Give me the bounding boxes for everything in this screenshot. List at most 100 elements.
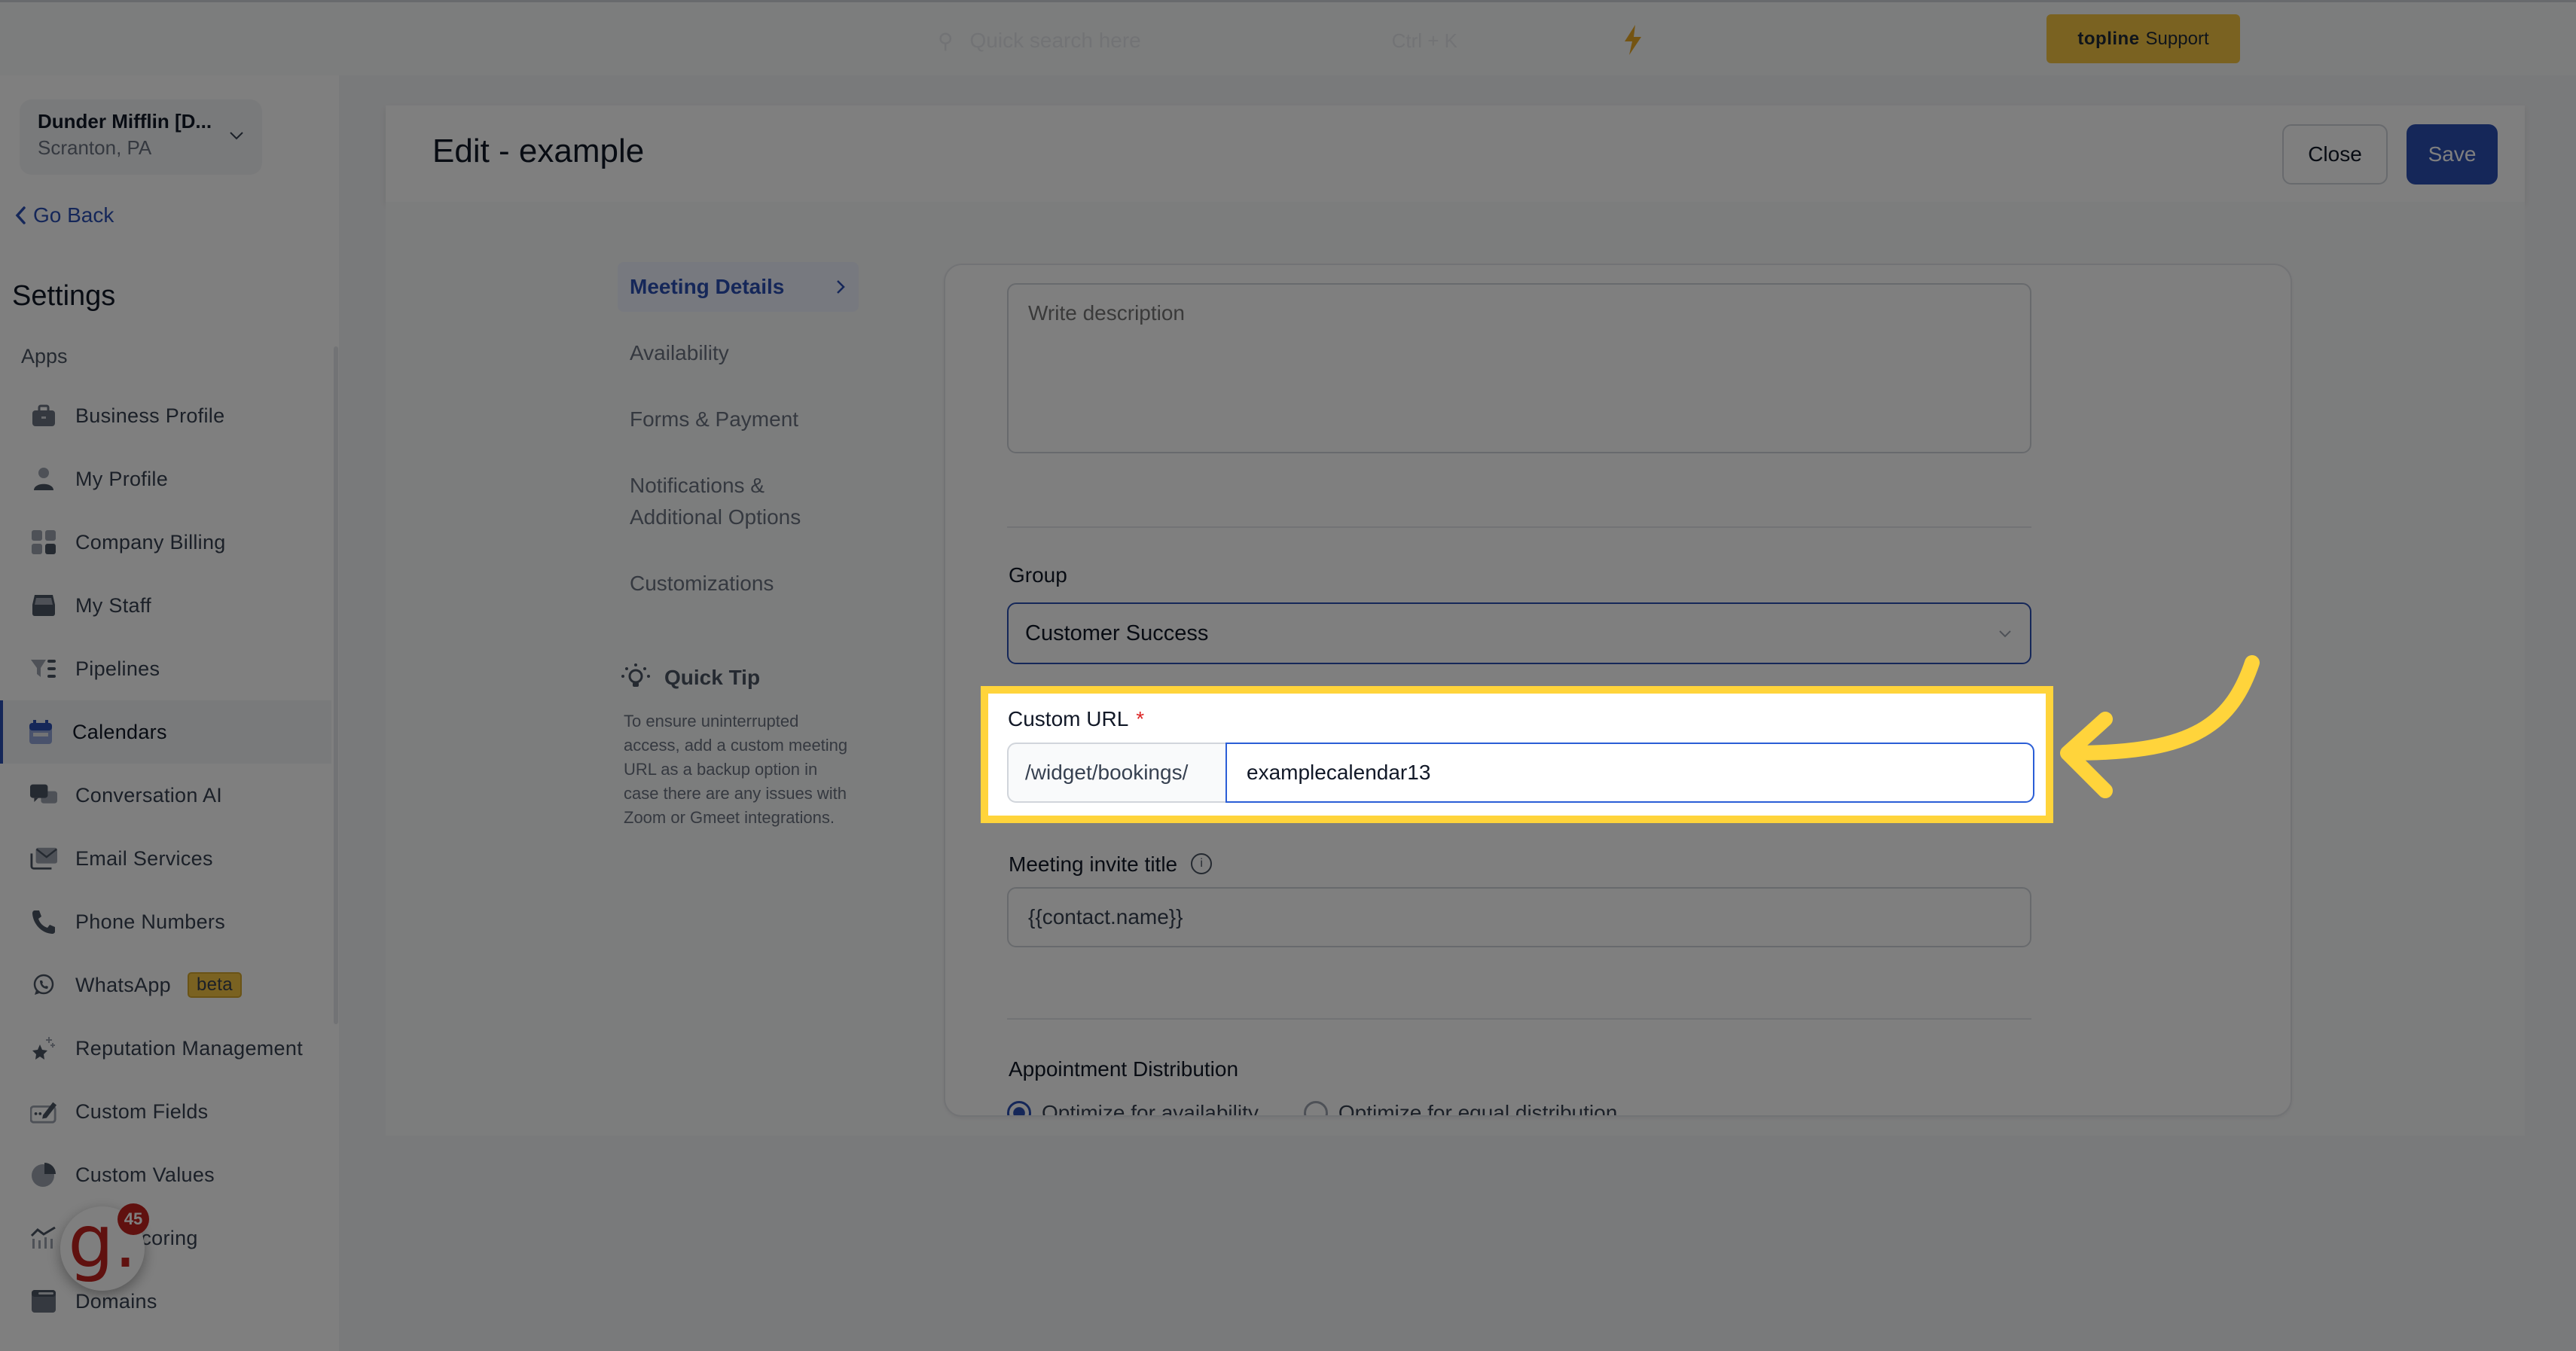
sidebar-item-label: Pipelines	[75, 657, 160, 680]
radio-label: Optimize for equal distribution	[1338, 1101, 1618, 1117]
sidebar-item-label: Company Billing	[75, 530, 226, 554]
sidebar-item-label: My Staff	[75, 593, 151, 617]
required-mark: *	[1136, 707, 1145, 730]
notification-badge: 45	[118, 1203, 149, 1235]
search-shortcut: Ctrl + K	[1391, 29, 1457, 52]
sidebar-item-my-staff[interactable]: My Staff	[0, 574, 331, 637]
sidebar-item-label: Calendars	[72, 720, 167, 743]
sidebar-item-label: Reputation Management	[75, 1036, 303, 1060]
group-select[interactable]: Customer Success	[1007, 602, 2031, 664]
radio-label: Optimize for availability	[1042, 1101, 1259, 1117]
quick-tip-title: Quick Tip	[664, 666, 761, 689]
top-bar: ⚲ Quick search here Ctrl + K topline Sup…	[0, 0, 2576, 75]
sidebar-item-calendars[interactable]: Calendars	[0, 700, 331, 764]
settings-nav: Business Profile My Profile Company Bill…	[0, 384, 331, 1333]
custom-url-field: /widget/bookings/	[1007, 743, 2034, 803]
distribution-radio-group: Optimize for availability Optimize for e…	[1007, 1101, 1618, 1117]
location-switcher[interactable]: Dunder Mifflin [D... Scranton, PA	[20, 99, 262, 175]
page-header: Edit - example Close Save	[386, 105, 2525, 202]
sidebar-item-custom-values[interactable]: Custom Values	[0, 1143, 331, 1206]
divider	[1007, 526, 2031, 528]
url-prefix: /widget/bookings/	[1007, 743, 1225, 803]
quick-search[interactable]: ⚲ Quick search here Ctrl + K	[938, 22, 1457, 59]
location-name: Dunder Mifflin [D...	[38, 110, 212, 133]
invite-title-label: Meeting invite title i	[1009, 852, 1213, 877]
group-value: Customer Success	[1025, 621, 1209, 645]
briefcase-icon	[30, 402, 57, 429]
search-icon: ⚲	[938, 29, 954, 53]
beta-badge: beta	[187, 972, 242, 998]
sidebar-item-email-services[interactable]: Email Services	[0, 827, 331, 890]
sidebar-item-pipelines[interactable]: Pipelines	[0, 637, 331, 700]
sidebar-item-label: Custom Values	[75, 1163, 215, 1186]
custom-url-highlight: Custom URL * /widget/bookings/	[981, 686, 2053, 823]
mail-icon	[30, 845, 57, 872]
sidebar-item-company-billing[interactable]: Company Billing	[0, 511, 331, 574]
sidebar-scrollbar[interactable]	[334, 346, 338, 1024]
invite-title-text: Meeting invite title	[1009, 852, 1178, 876]
browser-icon	[30, 1288, 57, 1315]
sidebar-item-reputation-management[interactable]: Reputation Management	[0, 1017, 331, 1080]
calendar-sections-nav: Meeting Details Availability Forms & Pay…	[618, 262, 859, 625]
distribution-label: Appointment Distribution	[1009, 1057, 1239, 1081]
chevron-down-icon	[230, 132, 243, 140]
support-label: Support	[2145, 28, 2209, 49]
chevron-right-icon	[837, 280, 845, 294]
sidebar-item-label: My Profile	[75, 467, 169, 490]
custom-url-input[interactable]	[1225, 743, 2034, 803]
sidebar-item-label: Phone Numbers	[75, 910, 226, 933]
tab-meeting-details[interactable]: Meeting Details	[618, 262, 859, 312]
invite-title-input[interactable]	[1007, 887, 2031, 947]
sidebar-item-whatsapp[interactable]: WhatsApp beta	[0, 953, 331, 1017]
edit-field-icon	[30, 1098, 57, 1125]
sidebar-item-label: Conversation AI	[75, 783, 223, 807]
save-button[interactable]: Save	[2407, 124, 2498, 185]
lightbulb-icon	[621, 663, 650, 687]
tab-customizations[interactable]: Customizations	[618, 559, 859, 608]
chart-icon	[30, 1224, 57, 1252]
custom-url-label: Custom URL *	[1008, 707, 1144, 731]
star-icon	[30, 1035, 57, 1062]
sidebar-item-label: Domains	[75, 1289, 157, 1313]
sidebar-item-conversation-ai[interactable]: Conversation AI	[0, 764, 331, 827]
section-label-apps: Apps	[21, 345, 68, 367]
chevron-left-icon	[15, 206, 26, 224]
lightning-icon[interactable]	[1622, 25, 1644, 55]
gleap-widget[interactable]: g. 45	[60, 1203, 149, 1291]
tab-notifications[interactable]: Notifications & Additional Options	[618, 461, 859, 542]
tab-availability[interactable]: Availability	[618, 328, 859, 378]
sidebar-item-lead-scoring[interactable]: Lead Scoring	[0, 1206, 331, 1270]
radio-optimize-availability[interactable]: Optimize for availability	[1007, 1101, 1259, 1117]
chat-icon	[30, 782, 57, 809]
info-icon[interactable]: i	[1191, 852, 1213, 874]
tab-forms-payment[interactable]: Forms & Payment	[618, 395, 859, 444]
inbox-icon	[30, 592, 57, 619]
settings-title: Settings	[12, 280, 116, 312]
whatsapp-icon	[30, 971, 57, 999]
location-subtitle: Scranton, PA	[38, 136, 152, 159]
phone-icon	[30, 908, 57, 935]
go-back-label: Go Back	[33, 203, 114, 227]
sidebar-item-label: Business Profile	[75, 404, 225, 427]
user-icon	[30, 465, 57, 493]
go-back-link[interactable]: Go Back	[14, 203, 114, 227]
sidebar-item-custom-fields[interactable]: Custom Fields	[0, 1080, 331, 1143]
tab-label: Meeting Details	[630, 275, 785, 298]
calculator-icon	[30, 529, 57, 556]
sidebar-item-domains[interactable]: Domains	[0, 1270, 331, 1333]
support-brand: topline	[2077, 28, 2140, 49]
support-button[interactable]: topline Support	[2046, 14, 2240, 63]
sidebar-item-label: Custom Fields	[75, 1099, 209, 1123]
sidebar-item-business-profile[interactable]: Business Profile	[0, 384, 331, 447]
sidebar-item-my-profile[interactable]: My Profile	[0, 447, 331, 511]
close-button[interactable]: Close	[2282, 124, 2388, 185]
radio-dot	[1303, 1101, 1328, 1115]
radio-dot	[1007, 1101, 1031, 1115]
search-placeholder: Quick search here	[969, 29, 1141, 52]
sidebar-item-phone-numbers[interactable]: Phone Numbers	[0, 890, 331, 953]
custom-url-label-text: Custom URL	[1008, 707, 1129, 730]
radio-optimize-equal[interactable]: Optimize for equal distribution	[1303, 1101, 1618, 1117]
quick-tip-body: To ensure uninterrupted access, add a cu…	[624, 712, 848, 827]
description-textarea[interactable]	[1007, 283, 2031, 453]
page-title: Edit - example	[432, 133, 645, 169]
